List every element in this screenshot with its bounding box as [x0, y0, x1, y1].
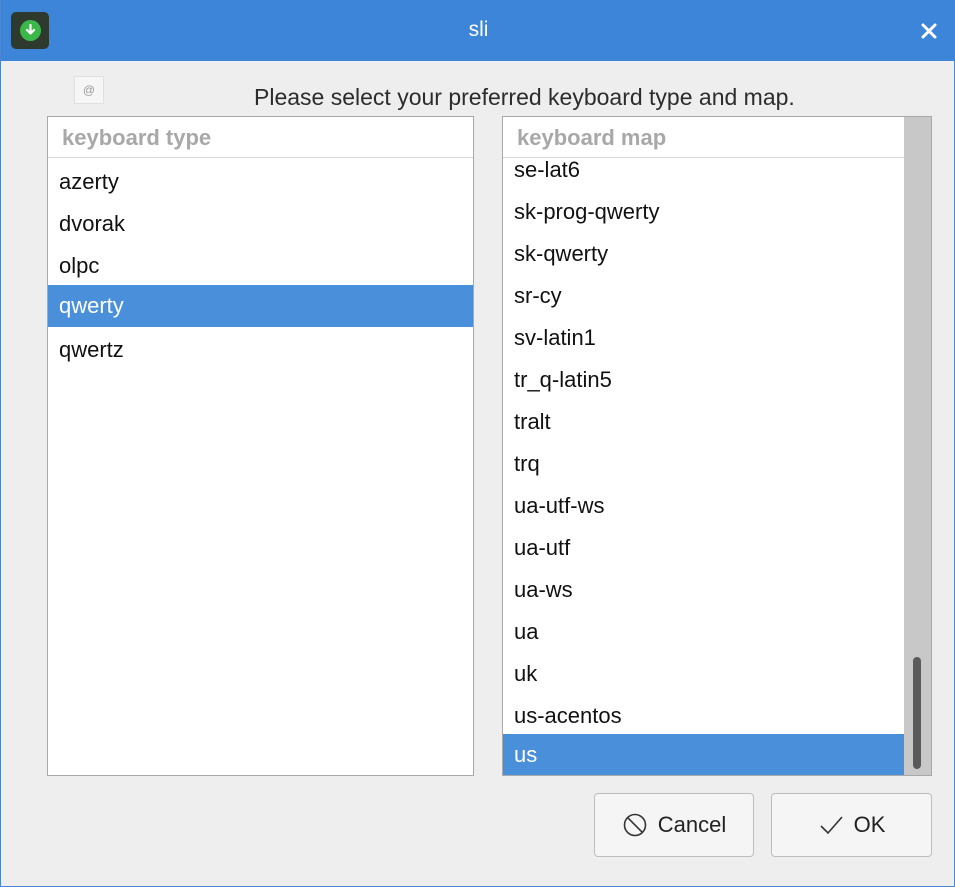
- keyboard-type-item[interactable]: azerty: [48, 161, 473, 203]
- keyboard-map-item[interactable]: trq: [503, 443, 915, 485]
- keyboard-type-item[interactable]: olpc: [48, 245, 473, 287]
- scrollbar-thumb[interactable]: [913, 657, 921, 769]
- keyboard-map-item[interactable]: ua: [503, 611, 915, 653]
- keyboard-map-item[interactable]: ua-ws: [503, 569, 915, 611]
- cancel-button[interactable]: Cancel: [594, 793, 754, 857]
- cancel-button-label: Cancel: [657, 812, 727, 837]
- keyboard-icon: @: [74, 76, 104, 104]
- close-icon[interactable]: [914, 16, 944, 46]
- keyboard-map-item[interactable]: us-acentos: [503, 695, 915, 737]
- dialog-window: sli @ Please select your preferred keybo…: [0, 0, 955, 887]
- keyboard-map-item[interactable]: sr-cy: [503, 275, 915, 317]
- keyboard-type-item[interactable]: qwertz: [48, 329, 473, 371]
- title-bar[interactable]: sli: [1, 0, 955, 61]
- checkmark-icon: [818, 812, 844, 838]
- keyboard-map-list[interactable]: keyboard map se-lat6 sk-prog-qwerty sk-q…: [502, 116, 932, 776]
- keyboard-map-item[interactable]: sk-prog-qwerty: [503, 191, 915, 233]
- cancel-icon: [622, 812, 648, 838]
- ok-button[interactable]: OK: [771, 793, 932, 857]
- keyboard-type-header[interactable]: keyboard type: [48, 117, 473, 158]
- ok-button-label: OK: [853, 812, 886, 837]
- keyboard-map-item[interactable]: uk: [503, 653, 915, 695]
- keyboard-map-item[interactable]: tralt: [503, 401, 915, 443]
- prompt-text: Please select your preferred keyboard ty…: [254, 84, 795, 110]
- keyboard-map-scrollbar[interactable]: [904, 117, 931, 775]
- keyboard-map-item[interactable]: sk-qwerty: [503, 233, 915, 275]
- keyboard-map-item[interactable]: tr_q-latin5: [503, 359, 915, 401]
- keyboard-map-header[interactable]: keyboard map: [503, 117, 904, 158]
- keyboard-type-list[interactable]: keyboard type azerty dvorak olpc qwerty …: [47, 116, 474, 776]
- keyboard-type-item-selected[interactable]: qwerty: [48, 285, 473, 327]
- keyboard-map-item-selected[interactable]: us: [503, 734, 915, 775]
- keyboard-map-item[interactable]: ua-utf-ws: [503, 485, 915, 527]
- keyboard-map-item[interactable]: ua-utf: [503, 527, 915, 569]
- window-title: sli: [468, 18, 489, 41]
- keyboard-type-item[interactable]: dvorak: [48, 203, 473, 245]
- keyboard-map-item[interactable]: sv-latin1: [503, 317, 915, 359]
